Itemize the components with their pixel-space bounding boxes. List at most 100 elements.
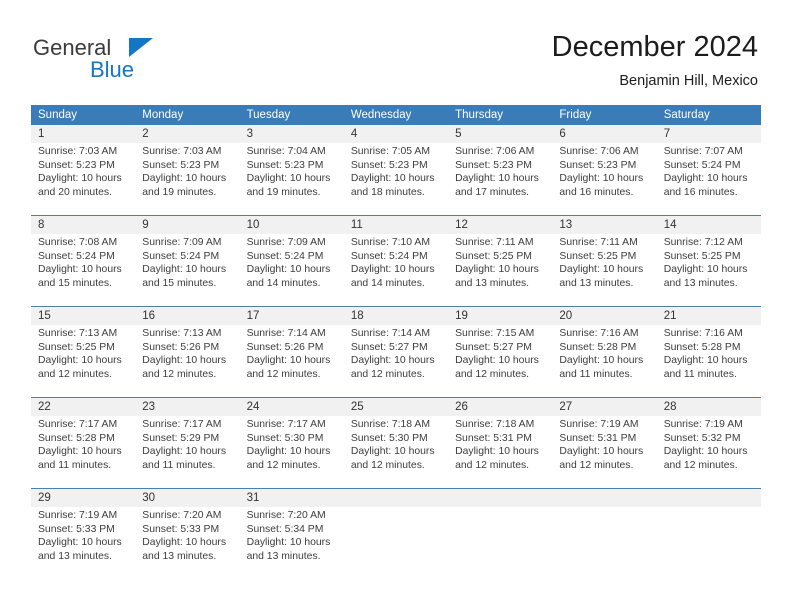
day-cell[interactable]: Sunrise: 7:16 AM Sunset: 5:28 PM Dayligh… [552,325,656,397]
day-number[interactable]: 9 [135,216,239,234]
calendar-week-row: 22 23 24 25 26 27 28 Sunrise: 7:17 AM Su… [31,397,761,488]
day-cell[interactable]: Sunrise: 7:20 AM Sunset: 5:34 PM Dayligh… [240,507,344,579]
day-cell[interactable]: Sunrise: 7:17 AM Sunset: 5:28 PM Dayligh… [31,416,135,488]
day-number[interactable]: 31 [240,489,344,507]
day-cell[interactable]: Sunrise: 7:18 AM Sunset: 5:31 PM Dayligh… [448,416,552,488]
sunrise-text: Sunrise: 7:16 AM [559,328,639,339]
day-cell[interactable]: Sunrise: 7:13 AM Sunset: 5:25 PM Dayligh… [31,325,135,397]
day-cell[interactable]: Sunrise: 7:03 AM Sunset: 5:23 PM Dayligh… [135,143,239,215]
day-number[interactable]: 27 [552,398,656,416]
day-number[interactable]: 1 [31,125,135,143]
day-cell[interactable]: Sunrise: 7:19 AM Sunset: 5:32 PM Dayligh… [657,416,761,488]
day-number[interactable]: 29 [31,489,135,507]
day-cell[interactable]: Sunrise: 7:19 AM Sunset: 5:31 PM Dayligh… [552,416,656,488]
day-number[interactable]: 16 [135,307,239,325]
day-cell[interactable]: Sunrise: 7:04 AM Sunset: 5:23 PM Dayligh… [240,143,344,215]
daylight-text-line1: Daylight: 10 hours [246,264,331,276]
day-number[interactable]: 8 [31,216,135,234]
day-cell[interactable]: Sunrise: 7:06 AM Sunset: 5:23 PM Dayligh… [448,143,552,215]
daylight-text-line1: Daylight: 10 hours [38,173,122,185]
day-number[interactable]: 17 [240,307,344,325]
day-number[interactable]: 4 [344,125,448,143]
title-block: December 2024 Benjamin Hill, Mexico [552,30,758,91]
day-cell[interactable]: Sunrise: 7:12 AM Sunset: 5:25 PM Dayligh… [657,234,761,306]
day-cell[interactable]: Sunrise: 7:13 AM Sunset: 5:26 PM Dayligh… [135,325,239,397]
day-cell[interactable]: Sunrise: 7:14 AM Sunset: 5:27 PM Dayligh… [344,325,448,397]
day-number[interactable]: 18 [344,307,448,325]
day-cell[interactable]: Sunrise: 7:17 AM Sunset: 5:30 PM Dayligh… [240,416,344,488]
day-number[interactable]: 6 [552,125,656,143]
day-number[interactable]: 26 [448,398,552,416]
day-number[interactable]: 14 [657,216,761,234]
day-cell[interactable]: Sunrise: 7:06 AM Sunset: 5:23 PM Dayligh… [552,143,656,215]
sunrise-text: Sunrise: 7:14 AM [246,328,326,339]
day-number[interactable]: 11 [344,216,448,234]
day-cell-empty [448,507,552,579]
sunset-text: Sunset: 5:27 PM [350,341,428,353]
day-cell[interactable]: Sunrise: 7:03 AM Sunset: 5:23 PM Dayligh… [31,143,135,215]
day-of-week-header-row: Sunday Monday Tuesday Wednesday Thursday… [31,105,761,125]
sunset-text: Sunset: 5:30 PM [246,432,324,444]
sunrise-text: Sunrise: 7:03 AM [142,146,222,157]
day-cell[interactable]: Sunrise: 7:19 AM Sunset: 5:33 PM Dayligh… [31,507,135,579]
sunset-text: Sunset: 5:23 PM [559,159,637,171]
daylight-text-line2: and 20 minutes. [38,186,112,198]
daylight-text-line2: and 12 minutes. [663,459,738,471]
sunset-text: Sunset: 5:33 PM [38,523,115,535]
daylight-text-line1: Daylight: 10 hours [142,264,227,276]
day-number[interactable]: 7 [657,125,761,143]
day-number[interactable]: 13 [552,216,656,234]
daylight-text-line1: Daylight: 10 hours [350,264,435,276]
day-cell[interactable]: Sunrise: 7:09 AM Sunset: 5:24 PM Dayligh… [240,234,344,306]
daylight-text-line1: Daylight: 10 hours [246,446,331,458]
daylight-text-line2: and 15 minutes. [38,277,112,289]
daylight-text-line1: Daylight: 10 hours [455,355,539,367]
daylight-text-line2: and 12 minutes. [246,459,321,471]
day-number[interactable]: 22 [31,398,135,416]
daylight-text-line2: and 11 minutes. [559,368,633,380]
day-number[interactable]: 20 [552,307,656,325]
day-number[interactable]: 25 [344,398,448,416]
day-cell[interactable]: Sunrise: 7:07 AM Sunset: 5:24 PM Dayligh… [657,143,761,215]
day-cell[interactable]: Sunrise: 7:16 AM Sunset: 5:28 PM Dayligh… [657,325,761,397]
daylight-text-line1: Daylight: 10 hours [350,446,435,458]
day-cell[interactable]: Sunrise: 7:08 AM Sunset: 5:24 PM Dayligh… [31,234,135,306]
day-cell[interactable]: Sunrise: 7:18 AM Sunset: 5:30 PM Dayligh… [344,416,448,488]
daylight-text-line1: Daylight: 10 hours [350,173,435,185]
sunset-text: Sunset: 5:26 PM [142,341,220,353]
day-cell[interactable]: Sunrise: 7:20 AM Sunset: 5:33 PM Dayligh… [135,507,239,579]
day-cell[interactable]: Sunrise: 7:10 AM Sunset: 5:24 PM Dayligh… [344,234,448,306]
day-cell[interactable]: Sunrise: 7:09 AM Sunset: 5:24 PM Dayligh… [135,234,239,306]
daylight-text-line2: and 13 minutes. [559,277,634,289]
day-cell[interactable]: Sunrise: 7:11 AM Sunset: 5:25 PM Dayligh… [552,234,656,306]
day-number[interactable]: 19 [448,307,552,325]
day-cell[interactable]: Sunrise: 7:11 AM Sunset: 5:25 PM Dayligh… [448,234,552,306]
day-number[interactable]: 30 [135,489,239,507]
daylight-text-line2: and 18 minutes. [350,186,425,198]
day-number[interactable]: 15 [31,307,135,325]
day-cell[interactable]: Sunrise: 7:05 AM Sunset: 5:23 PM Dayligh… [344,143,448,215]
day-cell[interactable]: Sunrise: 7:15 AM Sunset: 5:27 PM Dayligh… [448,325,552,397]
sunset-text: Sunset: 5:23 PM [350,159,428,171]
day-cell[interactable]: Sunrise: 7:17 AM Sunset: 5:29 PM Dayligh… [135,416,239,488]
week-detail-band: Sunrise: 7:03 AM Sunset: 5:23 PM Dayligh… [31,143,761,215]
day-number[interactable]: 10 [240,216,344,234]
sunset-text: Sunset: 5:28 PM [663,341,741,353]
day-number[interactable]: 24 [240,398,344,416]
dow-thursday: Thursday [455,109,504,121]
day-cell[interactable]: Sunrise: 7:14 AM Sunset: 5:26 PM Dayligh… [240,325,344,397]
sunrise-text: Sunrise: 7:13 AM [142,328,222,339]
sunset-text: Sunset: 5:24 PM [142,250,220,262]
day-number[interactable]: 12 [448,216,552,234]
daylight-text-line1: Daylight: 10 hours [455,173,539,185]
daylight-text-line2: and 16 minutes. [663,186,738,198]
sunrise-text: Sunrise: 7:04 AM [246,146,326,157]
sunrise-text: Sunrise: 7:06 AM [559,146,639,157]
day-number[interactable]: 28 [657,398,761,416]
day-number[interactable]: 3 [240,125,344,143]
day-number[interactable]: 2 [135,125,239,143]
daylight-text-line1: Daylight: 10 hours [142,173,227,185]
day-number[interactable]: 5 [448,125,552,143]
day-number[interactable]: 21 [657,307,761,325]
day-number[interactable]: 23 [135,398,239,416]
